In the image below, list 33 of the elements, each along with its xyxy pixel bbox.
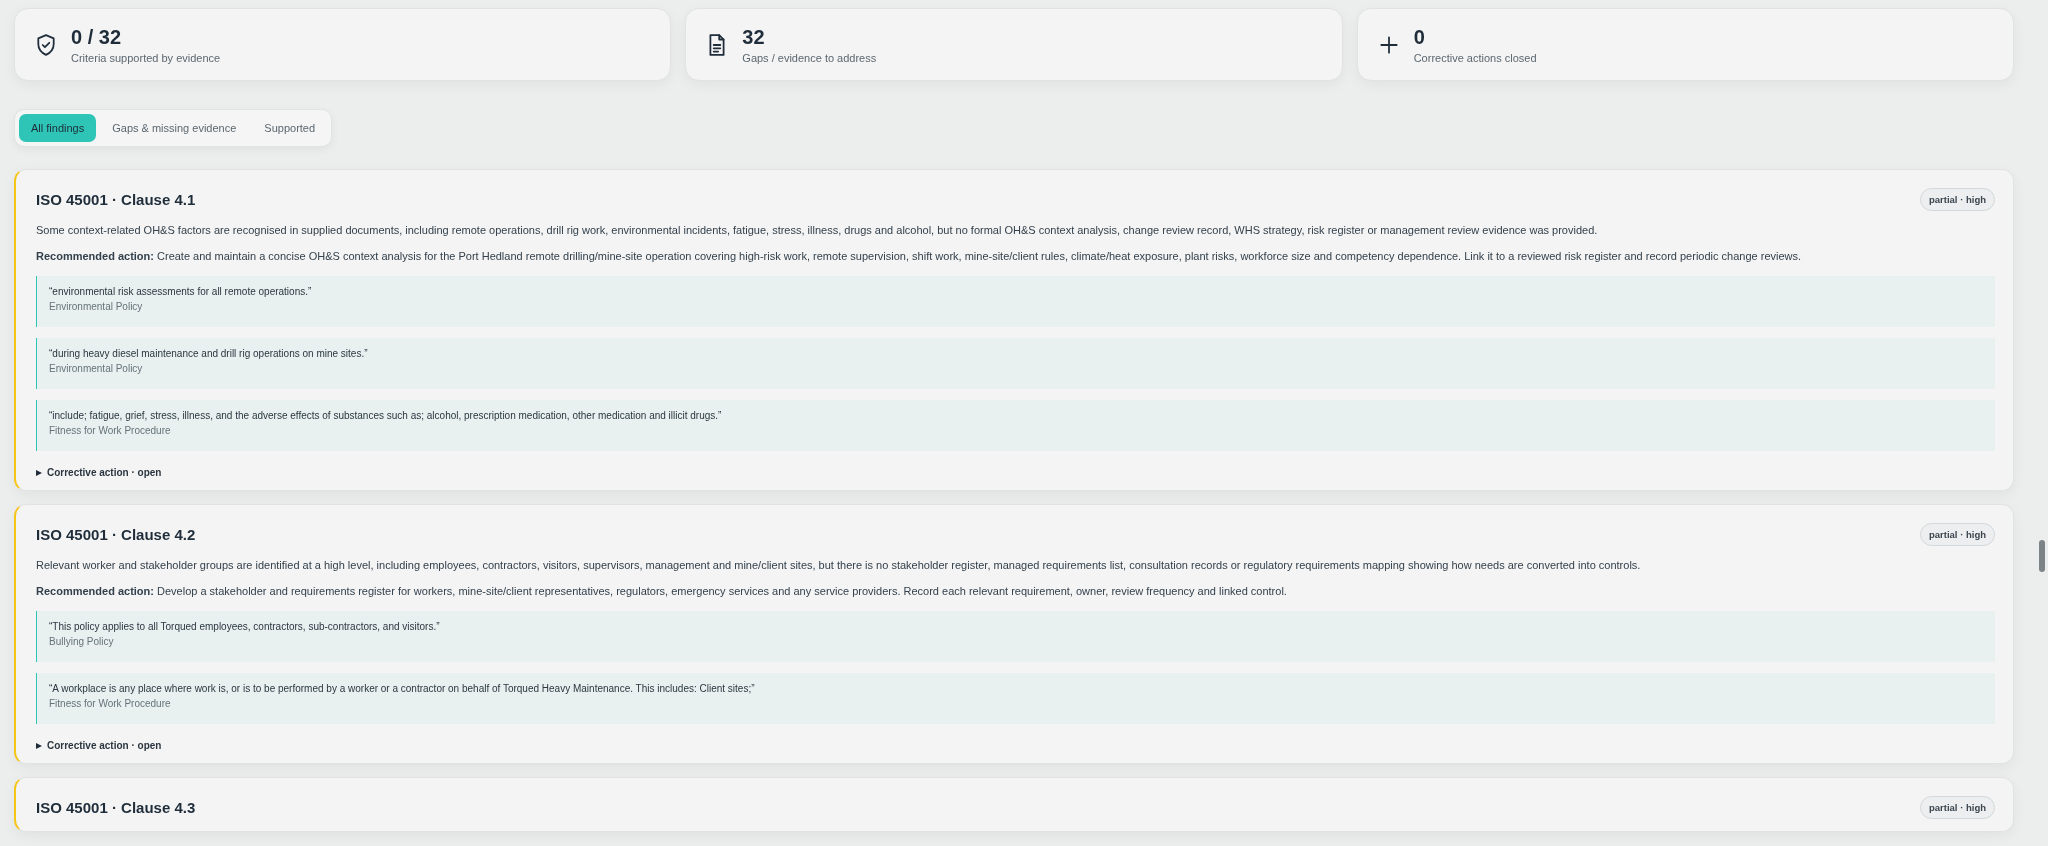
stat-value: 32 xyxy=(742,25,766,49)
quote-text: “This policy applies to all Torqued employees, contractors, sub-contractors, and visitors.” xyxy=(49,621,441,632)
filter-tab[interactable]: All findings xyxy=(19,114,97,142)
quote-text: “environmental risk assessments for all remote operations.” xyxy=(49,286,313,297)
finding-summary: Relevant worker and stakeholder groups are identified at a high level, including employees, contractors, visitors, supervisors, management and mine/client sites, but there is no stakeholder register, managed requirements list, consultation records or regulatory requirements mapping showing how needs are converted into controls. xyxy=(36,558,1642,573)
scrollbar-thumb[interactable] xyxy=(2039,540,2045,572)
recommended-action: Recommended action: Develop a stakeholder and requirements register for workers, mine-site/client representatives, regulators, emergency services and any service providers. Record each relevant requirement, owner, review frequency and linked control. xyxy=(36,584,1288,599)
quote-source: Environmental Policy xyxy=(49,301,144,312)
status-badge: partial · high xyxy=(1920,796,1995,819)
quote-text: “A workplace is any place where work is, or is to be performed by a worker or a contractor on behalf of Torqued Heavy Maintenance. This includes: Client sites;” xyxy=(49,683,756,694)
status-badge: partial · high xyxy=(1920,188,1995,211)
stat-label: Criteria supported by evidence xyxy=(71,52,221,64)
corrective-action-toggle[interactable]: Corrective action · open xyxy=(47,467,162,478)
stat-value: 0 / 32 xyxy=(71,25,123,49)
quote-source: Bullying Policy xyxy=(49,636,115,647)
quote-source: Fitness for Work Procedure xyxy=(49,425,172,436)
finding-summary: Some context-related OH&S factors are recognised in supplied documents, including remote operations, drill rig work, environmental incidents, fatigue, stress, illness, drugs and alcohol, but no formal OH&S context analysis, change review record, WHS strategy, risk register or management review evidence was provided. xyxy=(36,223,1599,238)
filter-tab[interactable]: Supported xyxy=(252,114,328,142)
quote-text: “include; fatigue, grief, stress, illness, and the adverse effects of substances such as; alcohol, prescription medication, other medication and illicit drugs.” xyxy=(49,410,723,421)
finding-title: ISO 45001 · Clause 4.1 xyxy=(36,191,196,208)
recommended-action: Recommended action: Create and maintain a concise OH&S context analysis for the Port Hedland remote drilling/mine-site operation covering high-risk work, remote supervision, shift work, mine-site/client rules, climate/heat exposure, plant risks, workforce size and competency dependence. Link it to a reviewed risk register and record periodic change reviews. xyxy=(36,249,1803,264)
shield-check-icon xyxy=(35,33,57,56)
corrective-action-toggle[interactable]: Corrective action · open xyxy=(47,740,162,751)
stat-value: 0 xyxy=(1413,25,1426,49)
stat-label: Corrective actions closed xyxy=(1413,52,1537,64)
quote-source: Fitness for Work Procedure xyxy=(49,698,172,709)
status-badge: partial · high xyxy=(1920,523,1995,546)
quote-text: “during heavy diesel maintenance and drill rig operations on mine sites.” xyxy=(49,348,369,359)
finding-title: ISO 45001 · Clause 4.3 xyxy=(36,799,196,816)
stat-label: Gaps / evidence to address xyxy=(742,52,877,64)
quote-source: Environmental Policy xyxy=(49,363,144,374)
finding-title: ISO 45001 · Clause 4.2 xyxy=(36,526,196,543)
filter-tab[interactable]: Gaps & missing evidence xyxy=(100,114,249,142)
